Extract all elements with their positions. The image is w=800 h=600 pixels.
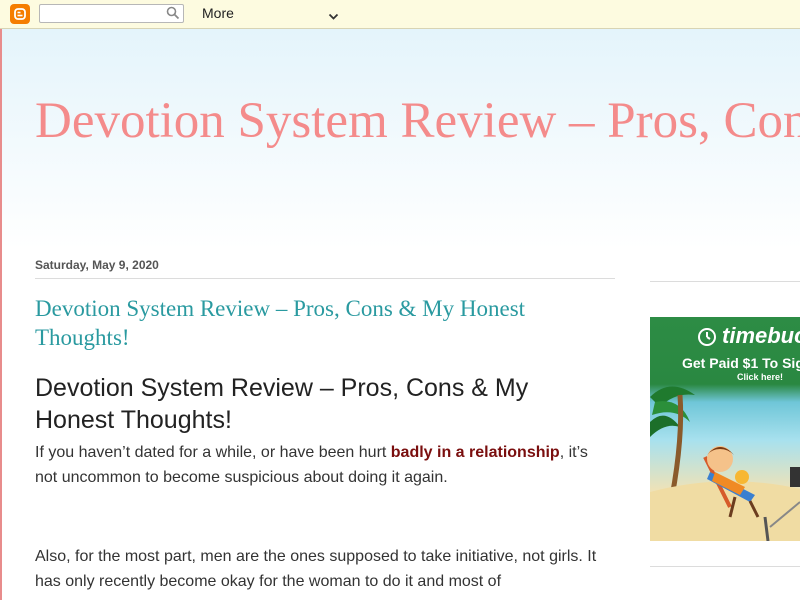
relationship-link[interactable]: badly in a relationship xyxy=(391,444,560,461)
search-input[interactable] xyxy=(39,4,184,23)
blogger-navbar: More xyxy=(0,0,800,29)
ad-brand: timebucks xyxy=(722,323,800,348)
post-title-link[interactable]: Devotion System Review – Pros, Cons & My… xyxy=(35,294,595,352)
blogger-icon[interactable] xyxy=(10,4,30,24)
more-menu-button[interactable]: More xyxy=(202,5,234,21)
beach-scene-illustration xyxy=(650,386,800,541)
ad-headline: Get Paid $1 To Sign Up xyxy=(682,355,800,371)
post-heading: Devotion System Review – Pros, Cons & My… xyxy=(35,374,529,434)
timebucks-ad-banner[interactable]: timebucks Get Paid $1 To Sign Up Click h… xyxy=(650,317,800,541)
blog-title[interactable]: Devotion System Review – Pros, Cons & My… xyxy=(35,86,800,157)
divider xyxy=(35,278,615,279)
clock-icon xyxy=(696,325,718,352)
paragraph-text: If you haven’t dated for a while, or hav… xyxy=(35,444,391,461)
sidebar-divider xyxy=(650,281,800,282)
date-header: Saturday, May 9, 2020 xyxy=(35,258,159,272)
search-icon[interactable] xyxy=(166,6,182,22)
post-paragraph: If you haven’t dated for a while, or hav… xyxy=(35,440,605,490)
post-paragraph: Also, for the most part, men are the one… xyxy=(35,548,597,590)
sidebar-divider xyxy=(650,566,800,567)
chevron-down-icon[interactable] xyxy=(328,8,339,26)
